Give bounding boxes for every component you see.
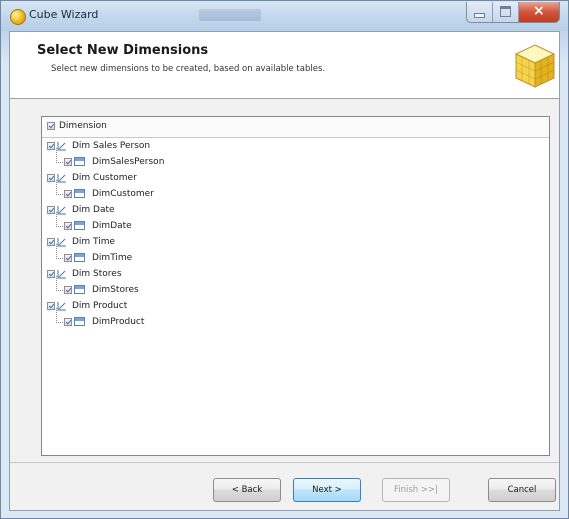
table-checkbox[interactable] bbox=[64, 318, 72, 326]
dimension-checkbox[interactable] bbox=[47, 174, 55, 182]
title-bar-blur bbox=[199, 9, 261, 21]
dimension-row[interactable]: Dim Stores bbox=[42, 266, 549, 282]
back-button[interactable]: < Back bbox=[213, 478, 281, 502]
table-row[interactable]: DimCustomer bbox=[42, 180, 549, 202]
table-label: DimStores bbox=[92, 285, 139, 295]
footer-divider bbox=[10, 462, 559, 463]
cube-icon bbox=[514, 44, 556, 88]
dimension-checkbox[interactable] bbox=[47, 206, 55, 214]
dimension-row[interactable]: Dim Date bbox=[42, 202, 549, 218]
cancel-button[interactable]: Cancel bbox=[488, 478, 556, 502]
table-label: DimProduct bbox=[92, 317, 145, 327]
dimension-checkbox[interactable] bbox=[47, 238, 55, 246]
dimension-list-header: Dimension bbox=[42, 117, 549, 138]
dimension-row[interactable]: Dim Customer bbox=[42, 170, 549, 186]
table-icon bbox=[74, 189, 85, 198]
table-icon bbox=[74, 253, 85, 262]
table-row[interactable]: DimSalesPerson bbox=[42, 148, 549, 170]
dimension-row[interactable]: Dim Product bbox=[42, 298, 549, 314]
table-row[interactable]: DimDate bbox=[42, 212, 549, 234]
table-icon bbox=[74, 157, 85, 166]
dimension-column-label: Dimension bbox=[59, 121, 107, 131]
close-icon: × bbox=[533, 3, 545, 19]
dimension-label: Dim Sales Person bbox=[72, 141, 151, 151]
table-row[interactable]: DimStores bbox=[42, 276, 549, 298]
minimize-button[interactable] bbox=[467, 2, 493, 22]
dimension-label: Dim Customer bbox=[72, 173, 137, 183]
dimension-checkbox[interactable] bbox=[47, 142, 55, 150]
table-row[interactable]: DimTime bbox=[42, 244, 549, 266]
select-all-checkbox[interactable] bbox=[47, 122, 55, 130]
finish-button[interactable]: Finish >>| bbox=[382, 478, 450, 502]
dimension-label: Dim Stores bbox=[72, 269, 122, 279]
table-icon bbox=[74, 285, 85, 294]
table-icon bbox=[74, 221, 85, 230]
table-row[interactable]: DimProduct bbox=[42, 308, 549, 330]
minimize-icon bbox=[474, 13, 485, 18]
dimension-label: Dim Product bbox=[72, 301, 128, 311]
wizard-client-area: Select New Dimensions Select new dimensi… bbox=[9, 31, 560, 511]
app-icon bbox=[10, 9, 26, 25]
dimension-label: Dim Date bbox=[72, 205, 115, 215]
title-bar[interactable]: Cube Wizard × bbox=[1, 1, 568, 31]
table-checkbox[interactable] bbox=[64, 158, 72, 166]
table-checkbox[interactable] bbox=[64, 190, 72, 198]
dimension-list[interactable]: Dimension Dim Sales Person DimSalesPerso… bbox=[41, 116, 550, 456]
dimension-row[interactable]: Dim Sales Person bbox=[42, 138, 549, 154]
close-button[interactable]: × bbox=[519, 2, 559, 22]
dimension-row[interactable]: Dim Time bbox=[42, 234, 549, 250]
dimension-label: Dim Time bbox=[72, 237, 116, 247]
table-label: DimTime bbox=[92, 253, 133, 263]
table-label: DimSalesPerson bbox=[92, 157, 165, 167]
window-title: Cube Wizard bbox=[29, 8, 99, 21]
page-subtitle: Select new dimensions to be created, bas… bbox=[51, 64, 326, 74]
caption-buttons: × bbox=[466, 2, 560, 23]
table-label: DimDate bbox=[92, 221, 132, 231]
table-checkbox[interactable] bbox=[64, 286, 72, 294]
wizard-header: Select New Dimensions Select new dimensi… bbox=[10, 32, 559, 99]
table-label: DimCustomer bbox=[92, 189, 154, 199]
maximize-button[interactable] bbox=[493, 2, 519, 22]
cube-wizard-window: Cube Wizard × Select New Dimensions Sele… bbox=[0, 0, 569, 519]
maximize-icon bbox=[500, 6, 511, 17]
table-icon bbox=[74, 317, 85, 326]
dimension-checkbox[interactable] bbox=[47, 270, 55, 278]
table-checkbox[interactable] bbox=[64, 222, 72, 230]
dimension-checkbox[interactable] bbox=[47, 302, 55, 310]
page-title: Select New Dimensions bbox=[37, 43, 209, 58]
table-checkbox[interactable] bbox=[64, 254, 72, 262]
next-button[interactable]: Next > bbox=[293, 478, 361, 502]
